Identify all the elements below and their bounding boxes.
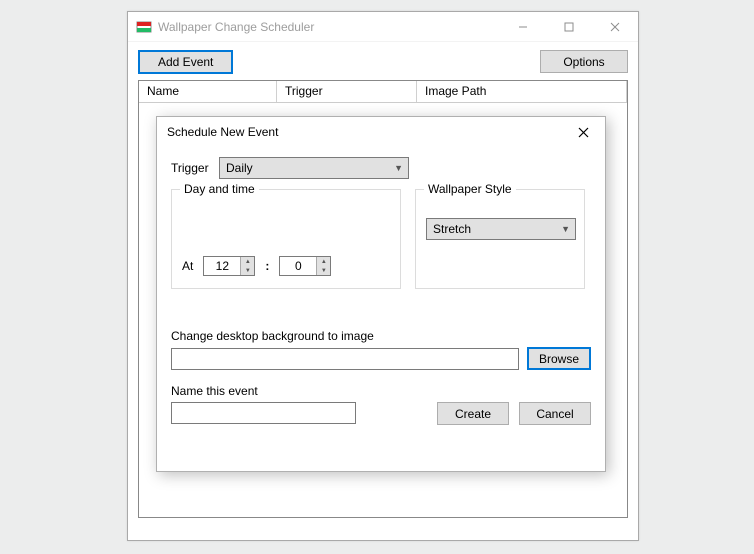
name-event-label: Name this event bbox=[171, 384, 591, 398]
dialog-title: Schedule New Event bbox=[167, 125, 278, 139]
minimize-button[interactable] bbox=[500, 12, 546, 42]
trigger-combo[interactable]: Daily ▼ bbox=[219, 157, 409, 179]
day-time-legend: Day and time bbox=[180, 182, 259, 196]
add-event-button[interactable]: Add Event bbox=[138, 50, 233, 74]
wallpaper-style-legend: Wallpaper Style bbox=[424, 182, 516, 196]
minute-spinner[interactable]: 0 ▲▼ bbox=[279, 256, 331, 276]
spinner-down-icon[interactable]: ▼ bbox=[317, 266, 330, 275]
dialog-close-button[interactable] bbox=[561, 117, 605, 147]
column-header-path[interactable]: Image Path bbox=[417, 81, 627, 102]
spinner-down-icon[interactable]: ▼ bbox=[241, 266, 254, 275]
options-button[interactable]: Options bbox=[540, 50, 628, 73]
create-button[interactable]: Create bbox=[437, 402, 509, 425]
close-button[interactable] bbox=[592, 12, 638, 42]
at-label: At bbox=[182, 259, 193, 273]
spinner-up-icon[interactable]: ▲ bbox=[317, 257, 330, 266]
titlebar: Wallpaper Change Scheduler bbox=[128, 12, 638, 42]
column-header-name[interactable]: Name bbox=[139, 81, 277, 102]
schedule-dialog: Schedule New Event Trigger Daily ▼ Day a… bbox=[156, 116, 606, 472]
browse-button[interactable]: Browse bbox=[527, 347, 591, 370]
window-title: Wallpaper Change Scheduler bbox=[158, 20, 314, 34]
grid-header: Name Trigger Image Path bbox=[139, 81, 627, 103]
cancel-button[interactable]: Cancel bbox=[519, 402, 591, 425]
time-colon: : bbox=[265, 259, 269, 273]
dialog-titlebar: Schedule New Event bbox=[157, 117, 605, 147]
chevron-down-icon: ▼ bbox=[394, 163, 403, 173]
style-combo-value: Stretch bbox=[433, 222, 471, 236]
spinner-up-icon[interactable]: ▲ bbox=[241, 257, 254, 266]
maximize-button[interactable] bbox=[546, 12, 592, 42]
wallpaper-style-group: Wallpaper Style Stretch ▼ bbox=[415, 189, 585, 289]
column-header-trigger[interactable]: Trigger bbox=[277, 81, 417, 102]
hour-value: 12 bbox=[204, 257, 240, 275]
trigger-label: Trigger bbox=[171, 161, 209, 175]
app-icon bbox=[136, 19, 152, 35]
image-path-input[interactable] bbox=[171, 348, 519, 370]
minute-value: 0 bbox=[280, 257, 316, 275]
trigger-combo-value: Daily bbox=[226, 161, 253, 175]
chevron-down-icon: ▼ bbox=[561, 224, 570, 234]
change-image-label: Change desktop background to image bbox=[171, 329, 591, 343]
hour-spinner[interactable]: 12 ▲▼ bbox=[203, 256, 255, 276]
style-combo[interactable]: Stretch ▼ bbox=[426, 218, 576, 240]
day-time-group: Day and time At 12 ▲▼ : 0 ▲▼ bbox=[171, 189, 401, 289]
toolbar: Add Event Options bbox=[128, 42, 638, 80]
